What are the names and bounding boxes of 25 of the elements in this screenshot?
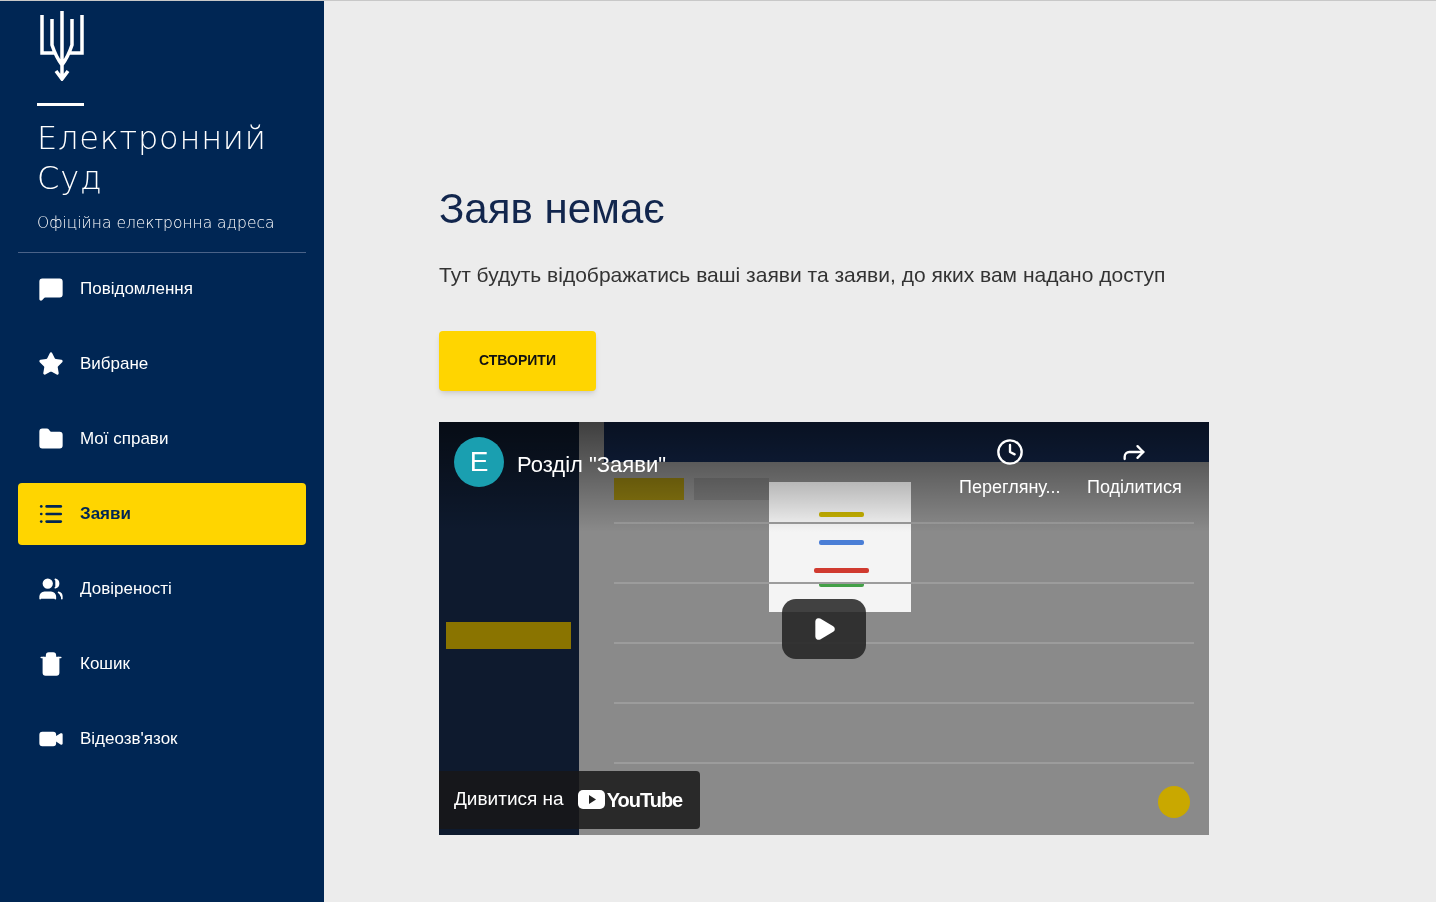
- star-icon: [38, 351, 64, 377]
- message-icon: [38, 276, 64, 302]
- nav-item[interactable]: Довіреності: [18, 558, 306, 620]
- play-logo-icon: [577, 790, 605, 809]
- nav-item[interactable]: Кошик: [18, 633, 306, 695]
- nav-item[interactable]: Мої справи: [18, 408, 306, 470]
- play-button[interactable]: [782, 598, 866, 659]
- clock-icon: [995, 437, 1024, 466]
- video-player[interactable]: E Розділ "Заяви" Перегляну... Поділитися Дивитися на YouTube: [439, 421, 1209, 835]
- nav-item[interactable]: Заяви: [18, 483, 306, 545]
- nav-item[interactable]: Відеозв'язок: [18, 708, 306, 770]
- watch-on-youtube-link[interactable]: Дивитися на YouTube: [439, 770, 701, 829]
- trident-logo-icon: [38, 9, 86, 81]
- create-button[interactable]: СТВОРИТИ: [439, 330, 596, 391]
- watch-later-button[interactable]: Перегляну...: [959, 437, 1061, 501]
- nav-item[interactable]: Повідомлення: [18, 258, 306, 320]
- app-title: Електронний Суд: [37, 118, 268, 198]
- video-title[interactable]: Розділ "Заяви": [517, 447, 666, 481]
- people-icon: [38, 576, 64, 602]
- empty-state-heading: Заяв немає: [439, 184, 666, 234]
- nav-item[interactable]: Вибране: [18, 333, 306, 395]
- app-subtitle: Офіційна електронна адреса: [37, 213, 275, 234]
- share-button[interactable]: Поділитися: [1087, 437, 1182, 501]
- empty-state-description: Тут будуть відображатись ваші заяви та заяви, до яких вам надано доступ: [439, 262, 1167, 288]
- trash-icon: [38, 651, 64, 677]
